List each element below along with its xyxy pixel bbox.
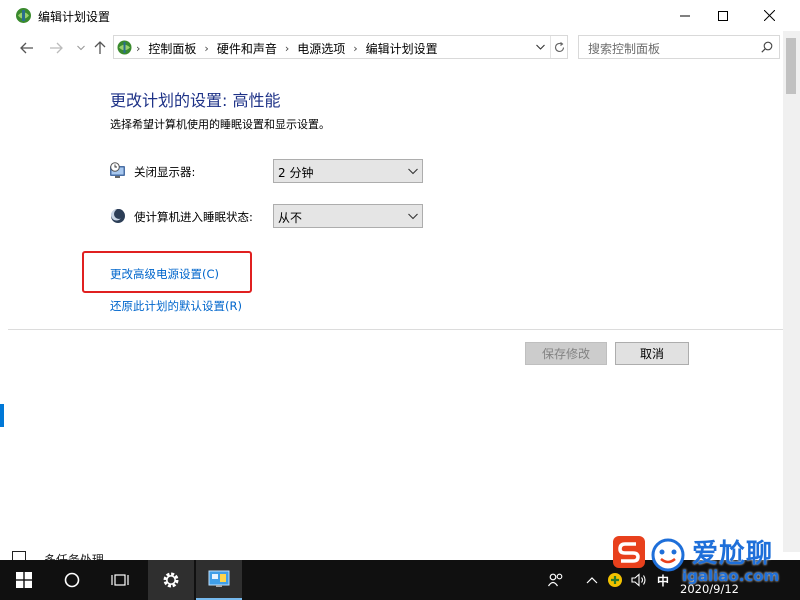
display-off-label: 关闭显示器: xyxy=(134,165,196,179)
close-button[interactable] xyxy=(746,0,792,31)
task-view-icon xyxy=(111,574,129,586)
restore-defaults-link[interactable]: 还原此计划的默认设置(R) xyxy=(110,298,242,314)
watermark-s-logo-icon xyxy=(613,536,645,568)
refresh-icon xyxy=(554,41,565,52)
back-button[interactable] xyxy=(17,38,37,58)
scrollbar-thumb[interactable] xyxy=(786,38,796,94)
maximize-icon xyxy=(718,10,728,21)
people-icon xyxy=(548,573,563,587)
display-off-value: 2 分钟 xyxy=(278,166,314,180)
background-window-accent xyxy=(0,404,4,427)
arrow-right-icon xyxy=(50,42,63,54)
page-title: 更改计划的设置: 高性能 xyxy=(110,91,281,110)
search-button[interactable] xyxy=(48,560,96,600)
breadcrumb-separator-icon: › xyxy=(136,42,141,55)
search-icon xyxy=(761,41,773,53)
breadcrumb-separator-icon[interactable]: › xyxy=(285,42,289,55)
breadcrumb-item[interactable]: 编辑计划设置 xyxy=(366,40,438,57)
gear-icon xyxy=(163,572,179,588)
chevron-down-icon xyxy=(535,44,545,50)
control-panel-icon xyxy=(117,40,132,55)
breadcrumb-item[interactable]: 控制面板 xyxy=(148,40,196,57)
title-bar[interactable]: 编辑计划设置 xyxy=(0,0,800,31)
up-button[interactable] xyxy=(90,38,110,58)
monitor-clock-icon xyxy=(110,162,125,178)
taskbar-settings-app[interactable] xyxy=(148,560,194,600)
watermark-url: igaliao.com xyxy=(682,567,780,585)
window-title: 编辑计划设置 xyxy=(38,10,111,24)
start-button[interactable] xyxy=(0,560,48,600)
cancel-button[interactable]: 取消 xyxy=(615,342,689,365)
chevron-down-icon xyxy=(408,168,418,175)
taskbar-control-panel-app[interactable] xyxy=(196,560,242,600)
sleep-value: 从不 xyxy=(278,211,303,225)
moon-icon xyxy=(111,209,125,223)
task-view-button[interactable] xyxy=(96,560,144,600)
site-watermark: 爱尬聊 igaliao.com xyxy=(608,531,798,597)
chevron-down-icon xyxy=(408,213,418,220)
refresh-button[interactable] xyxy=(550,36,568,58)
minimize-icon xyxy=(680,15,690,16)
page-subtitle: 选择希望计算机使用的睡眠设置和显示设置。 xyxy=(110,118,330,131)
recent-locations-button[interactable] xyxy=(71,38,91,58)
address-box[interactable]: › 控制面板 › 硬件和声音 › 电源选项 › 编辑计划设置 xyxy=(113,35,568,59)
address-history-button[interactable] xyxy=(532,36,548,58)
search-input[interactable]: 搜索控制面板 xyxy=(578,35,780,59)
windows-logo-icon xyxy=(16,572,32,588)
control-panel-icon xyxy=(208,570,230,587)
save-button[interactable]: 保存修改 xyxy=(525,342,607,365)
show-hidden-icons-button[interactable] xyxy=(582,560,602,600)
breadcrumb-separator-icon[interactable]: › xyxy=(204,42,208,55)
section-divider xyxy=(8,329,783,330)
breadcrumb-item[interactable]: 硬件和声音 xyxy=(217,40,277,57)
advanced-settings-link[interactable]: 更改高级电源设置(C) xyxy=(110,266,219,282)
breadcrumb-item[interactable]: 电源选项 xyxy=(297,40,345,57)
chevron-down-icon xyxy=(77,45,85,51)
chevron-up-icon xyxy=(586,577,598,584)
people-button[interactable] xyxy=(544,560,568,600)
display-off-select[interactable]: 2 分钟 xyxy=(273,159,423,183)
vertical-scrollbar[interactable] xyxy=(783,31,800,552)
breadcrumb: › 控制面板 › 硬件和声音 › 电源选项 › 编辑计划设置 xyxy=(136,40,438,57)
forward-button[interactable] xyxy=(46,38,66,58)
search-placeholder: 搜索控制面板 xyxy=(588,42,661,56)
arrow-left-icon xyxy=(20,42,33,54)
power-options-icon xyxy=(16,8,31,23)
breadcrumb-separator-icon[interactable]: › xyxy=(353,42,357,55)
cortana-circle-icon xyxy=(64,572,80,588)
close-icon xyxy=(763,10,775,21)
maximize-button[interactable] xyxy=(700,0,746,31)
watermark-brand: 爱尬聊 xyxy=(692,539,774,569)
sleep-select[interactable]: 从不 xyxy=(273,204,423,228)
control-panel-window: 编辑计划设置 › 控制面板 › 硬件和声音 › 电源选项 › 编辑计划设置 搜索… xyxy=(0,0,800,552)
arrow-up-icon xyxy=(94,41,106,54)
sleep-label: 使计算机进入睡眠状态: xyxy=(134,210,253,224)
